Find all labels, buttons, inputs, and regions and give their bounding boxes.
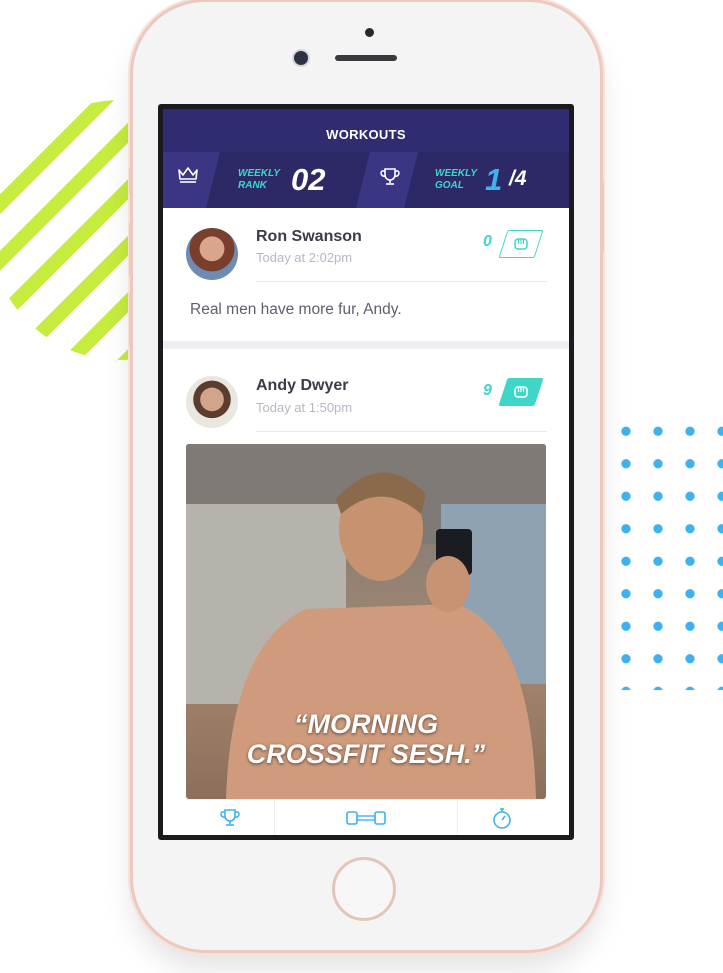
feed-post: Ron Swanson Today at 2:02pm 0 Real men h…	[163, 208, 569, 341]
volume-up-button	[129, 222, 133, 277]
crown-icon	[177, 166, 199, 189]
power-button	[600, 182, 604, 252]
app-header: WORKOUTS WEEKLY RANK 02 WEEKLY GOAL 1 /4	[163, 109, 569, 208]
trophy-action-button[interactable]	[186, 800, 275, 835]
earpiece-speaker	[335, 55, 397, 61]
post-divider	[256, 431, 547, 432]
dumbbell-icon	[345, 807, 387, 834]
stopwatch-icon	[491, 806, 513, 835]
rank-label-line2: RANK	[238, 180, 267, 191]
trophy-icon	[219, 807, 241, 834]
avatar[interactable]	[186, 376, 238, 428]
post-divider	[256, 281, 547, 282]
goal-total: /4	[509, 167, 527, 190]
avatar[interactable]	[186, 228, 238, 280]
timer-action-button[interactable]	[457, 800, 546, 835]
stats-bar: WEEKLY RANK 02 WEEKLY GOAL 1 /4	[163, 152, 569, 208]
workout-action-button[interactable]	[274, 800, 458, 835]
post-photo[interactable]: “MORNING CROSSFIT SESH.”	[186, 444, 546, 799]
page-title: WORKOUTS	[326, 127, 406, 142]
mute-switch	[129, 167, 133, 195]
decorative-dots	[610, 415, 723, 690]
rank-label: WEEKLY RANK	[238, 168, 280, 192]
fist-bump-count: 0	[483, 233, 492, 250]
caption-line2: CROSSFIT SESH.”	[246, 739, 486, 769]
trophy-icon	[379, 166, 401, 193]
rank-panel-bg	[206, 152, 370, 208]
post-author[interactable]: Ron Swanson	[256, 228, 362, 246]
goal-label-line2: GOAL	[435, 180, 464, 191]
rank-label-line1: WEEKLY	[238, 168, 281, 179]
home-button[interactable]	[332, 857, 396, 921]
phone-screen: WORKOUTS WEEKLY RANK 02 WEEKLY GOAL 1 /4…	[158, 104, 574, 840]
fist-bump-button[interactable]	[498, 378, 544, 406]
fist-icon	[513, 385, 529, 399]
goal-value: 1	[485, 162, 503, 197]
rank-value: 02	[291, 162, 326, 197]
fist-icon	[513, 237, 529, 251]
fist-bump-count: 9	[483, 382, 492, 399]
post-author[interactable]: Andy Dwyer	[256, 377, 348, 395]
post-text: Real men have more fur, Andy.	[190, 301, 402, 318]
front-camera	[294, 51, 308, 65]
proximity-sensor	[365, 28, 374, 37]
fist-bump-button[interactable]	[498, 230, 544, 258]
app-view: WORKOUTS WEEKLY RANK 02 WEEKLY GOAL 1 /4…	[163, 109, 569, 835]
volume-down-button	[129, 292, 133, 347]
goal-label: WEEKLY GOAL	[435, 168, 477, 192]
post-timestamp: Today at 2:02pm	[256, 250, 353, 265]
photo-caption: “MORNING CROSSFIT SESH.”	[186, 709, 546, 769]
goal-label-line1: WEEKLY	[435, 168, 478, 179]
post-action-bar	[186, 799, 546, 835]
post-timestamp: Today at 1:50pm	[256, 400, 353, 415]
caption-line1: “MORNING	[294, 709, 438, 739]
